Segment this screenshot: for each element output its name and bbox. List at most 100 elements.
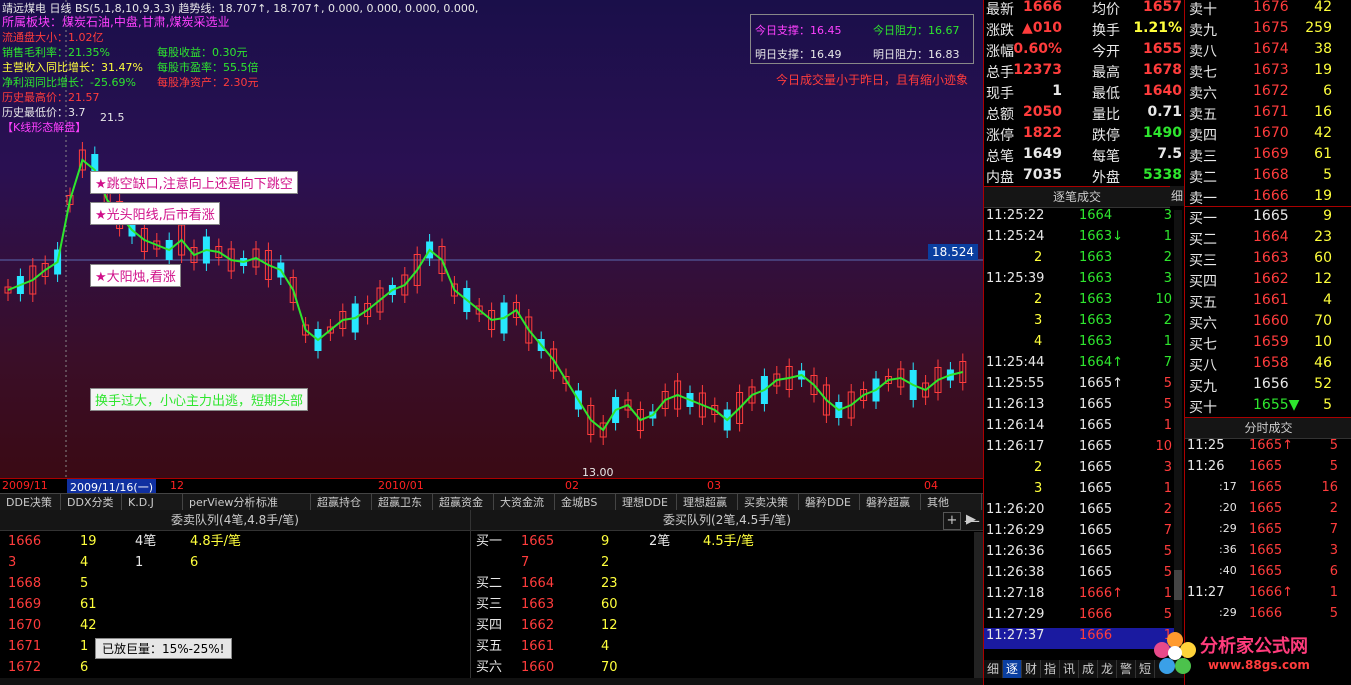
tick-price: 1663 xyxy=(1079,292,1113,307)
ask-label: 卖六 xyxy=(1189,86,1217,102)
bid-label: 买八 xyxy=(1189,358,1217,374)
quote-label: 每笔 xyxy=(1092,149,1120,165)
bid-volume: 5 xyxy=(1323,397,1332,413)
ask-price: 1672 xyxy=(1253,83,1289,99)
ask-label: 卖一 xyxy=(1189,191,1217,207)
bottom-tab[interactable]: 逐 xyxy=(1003,660,1022,678)
minute-time: :36 xyxy=(1219,543,1237,556)
depth-panel: 卖十 1676 42 卖九 1675 259 卖八 1674 38 卖七 1673 19 卖六 1672 6… xyxy=(1184,0,1351,685)
axis-label: 02 xyxy=(565,479,579,492)
sell-queue-volume: 61 xyxy=(80,597,97,612)
tick-price: 1664 xyxy=(1079,208,1113,223)
minute-time: :29 xyxy=(1219,606,1237,619)
indicator-tab[interactable]: 理想超赢 xyxy=(677,494,738,511)
tick-price: 1663 xyxy=(1079,334,1113,349)
indicator-tab[interactable]: K.D.J xyxy=(122,494,183,511)
bottom-tab[interactable]: 龙 xyxy=(1098,660,1117,678)
sell-queue-count: 4笔 xyxy=(135,534,157,549)
bottom-tab[interactable]: 细 xyxy=(984,660,1003,678)
bottom-tab[interactable]: 警 xyxy=(1117,660,1136,678)
axis-label: 03 xyxy=(707,479,721,492)
minute-time: 11:26 xyxy=(1187,459,1225,474)
indicator-tab[interactable]: 超赢资金 xyxy=(433,494,494,511)
buy-queue-price: 7 xyxy=(521,555,530,570)
quote-panel: 最新 1666 均价 1657 涨跌 ▲010 换手 1.21% 涨幅 0.60% 今开 1655 总手… xyxy=(983,0,1184,685)
indicator-tab[interactable]: perView分析 xyxy=(183,494,255,511)
bottom-tab[interactable]: 指 xyxy=(1041,660,1060,678)
minute-volume: 5 xyxy=(1329,606,1338,621)
kline-chart[interactable]: 靖远煤电 日线 BS(5,1,8,10,9,3,3) 趋势线: 18.707↑,… xyxy=(0,0,983,478)
tick-volume: 1 xyxy=(1163,418,1172,433)
buy-queue-volume: 4 xyxy=(601,639,610,654)
buy-queue-label: 买五 xyxy=(476,639,503,654)
indicator-tab[interactable]: 买卖决策 xyxy=(738,494,799,511)
indicator-tab[interactable]: 理想DDE xyxy=(616,494,677,511)
sell-queue-price: 1672 xyxy=(8,660,42,675)
bottom-tab[interactable]: 财 xyxy=(1022,660,1041,678)
quote-label: 总手 xyxy=(986,65,1014,81)
buy-queue-volume: 2 xyxy=(601,555,610,570)
sell-queue-avg: 6 xyxy=(190,555,199,570)
minute-price: 1665 xyxy=(1249,543,1283,558)
quote-value: 1649 xyxy=(1023,146,1062,162)
indicator-tab[interactable]: 磐矜超赢 xyxy=(860,494,921,511)
tick-volume: 5 xyxy=(1163,565,1172,580)
bid-volume: 23 xyxy=(1314,229,1332,245)
tick-detail-button[interactable]: 细 xyxy=(1170,186,1184,206)
tick-volume: 1 xyxy=(1163,229,1172,244)
ask-volume: 42 xyxy=(1314,0,1332,15)
ask-price: 1673 xyxy=(1253,62,1289,78)
indicator-tab[interactable]: 磐矜DDE xyxy=(799,494,860,511)
bottom-tab[interactable]: 成 xyxy=(1079,660,1098,678)
tick-volume: 7 xyxy=(1163,523,1172,538)
price-tag: 18.524 xyxy=(928,244,978,260)
ask-label: 卖四 xyxy=(1189,128,1217,144)
ask-price: 1668 xyxy=(1253,167,1289,183)
bottom-tab[interactable]: 讯 xyxy=(1060,660,1079,678)
ask-price: 1666 xyxy=(1253,188,1289,204)
resist-today: 今日阻力：16.67 xyxy=(873,24,960,37)
indicator-tab[interactable]: 大资金流 xyxy=(494,494,555,511)
buy-queue-volume: 70 xyxy=(601,660,618,675)
tick-volume: 3 xyxy=(1163,208,1172,223)
tick-time: 11:26:13 xyxy=(986,397,1045,412)
indicator-tab[interactable]: DDX分类 xyxy=(61,494,122,511)
indicator-tab[interactable]: 超赢卫东 xyxy=(372,494,433,511)
sell-queue-price: 1669 xyxy=(8,597,42,612)
quote-label: 量比 xyxy=(1092,107,1120,123)
sell-queue-volume: 5 xyxy=(80,576,89,591)
eps-label: 每股收益：0.30元 xyxy=(157,46,248,59)
ask-volume: 19 xyxy=(1314,188,1332,204)
indicator-tab[interactable]: 标准 xyxy=(250,494,311,511)
quote-label: 总笔 xyxy=(986,149,1014,165)
axis-label: 12 xyxy=(170,479,184,492)
bid-price: 1656 xyxy=(1253,376,1289,392)
tick-volume: 2 xyxy=(1163,502,1172,517)
ask-label: 卖十 xyxy=(1189,2,1217,18)
tick-price: 1665 xyxy=(1079,397,1113,412)
tick-volume: 10 xyxy=(1155,292,1172,307)
quote-label: 总额 xyxy=(986,107,1014,123)
tick-price: 1665 xyxy=(1079,460,1113,475)
add-icon[interactable]: + xyxy=(943,512,961,530)
sell-queue-price: 1668 xyxy=(8,576,42,591)
minimize-icon[interactable]: — xyxy=(961,512,983,530)
indicator-tab[interactable]: 超赢持仓 xyxy=(311,494,372,511)
ask-label: 卖九 xyxy=(1189,23,1217,39)
buy-queue-price: 1660 xyxy=(521,660,555,675)
sell-queue-volume: 6 xyxy=(80,660,89,675)
pattern-label: 【K线形态解盘】 xyxy=(2,121,87,134)
support-today: 今日支撑：16.45 xyxy=(755,24,842,37)
tick-time: 4 xyxy=(1034,334,1043,349)
indicator-tab[interactable]: DDE决策 xyxy=(0,494,61,511)
tick-volume: 2 xyxy=(1163,250,1172,265)
tick-price: 1665↑ xyxy=(1079,376,1123,391)
buy-queue-price: 1661 xyxy=(521,639,555,654)
date-axis: 2009/11 2009/11/16(一) 12 2010/01 02 03 0… xyxy=(0,478,983,495)
indicator-tab[interactable]: 其他 xyxy=(921,494,982,511)
indicator-tab[interactable]: 金城BS xyxy=(555,494,616,511)
minute-volume: 1 xyxy=(1329,585,1338,600)
tick-scrollbar[interactable] xyxy=(1174,210,1182,656)
quote-value: ▲010 xyxy=(1022,20,1062,36)
quote-value: 1822 xyxy=(1023,125,1062,141)
